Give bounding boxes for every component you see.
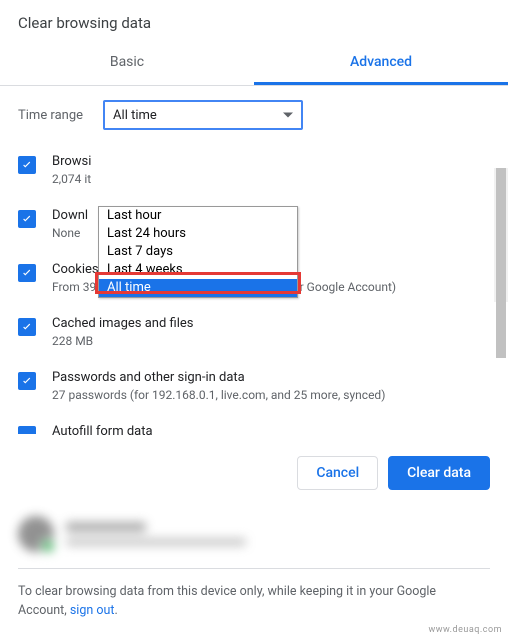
check-icon — [20, 374, 34, 388]
tab-bar: Basic Advanced — [0, 42, 508, 86]
cancel-button[interactable]: Cancel — [297, 456, 378, 490]
list-item: Passwords and other sign-in data 27 pass… — [18, 360, 508, 414]
account-name-blurred — [66, 522, 146, 532]
sign-out-link[interactable]: sign out — [70, 603, 115, 618]
item-title: Browsi — [52, 154, 91, 169]
option-last-hour[interactable]: Last hour — [99, 207, 297, 225]
option-all-time[interactable]: All time — [99, 279, 297, 297]
check-icon — [20, 212, 34, 226]
account-info — [0, 506, 508, 558]
avatar — [18, 516, 54, 552]
check-icon — [20, 320, 34, 334]
dialog-title: Clear browsing data — [0, 0, 508, 42]
item-subtitle: 228 MB — [52, 334, 193, 348]
item-title: Downl — [52, 208, 88, 223]
item-subtitle: None — [52, 226, 88, 240]
chevron-down-icon — [283, 113, 293, 118]
footer-text-after: . — [114, 603, 117, 618]
option-last-4-weeks[interactable]: Last 4 weeks — [99, 261, 297, 279]
list-item: Autofill form data — [18, 414, 508, 442]
checkbox-passwords[interactable] — [18, 372, 36, 390]
check-icon — [20, 266, 34, 280]
checkbox-browsing-history[interactable] — [18, 156, 36, 174]
item-subtitle: 2,074 it — [52, 172, 91, 186]
time-range-select[interactable]: All time — [103, 100, 303, 130]
item-title: Autofill form data — [52, 424, 153, 439]
watermark: www.deuaq.com — [428, 625, 502, 635]
clear-data-button[interactable]: Clear data — [388, 456, 490, 490]
item-title: Cached images and files — [52, 316, 193, 331]
time-range-dropdown: Last hour Last 24 hours Last 7 days Last… — [98, 206, 298, 298]
dialog-actions: Cancel Clear data — [0, 442, 508, 506]
item-subtitle: 27 passwords (for 192.168.0.1, live.com,… — [52, 388, 385, 402]
scrollbar-thumb[interactable] — [496, 168, 506, 358]
tab-basic[interactable]: Basic — [0, 42, 254, 85]
checkbox-autofill[interactable] — [18, 426, 36, 434]
time-range-value: All time — [113, 108, 157, 123]
tab-advanced[interactable]: Advanced — [254, 42, 508, 85]
checkbox-cached-images[interactable] — [18, 318, 36, 336]
item-title: Passwords and other sign-in data — [52, 370, 385, 385]
list-item: Cached images and files 228 MB — [18, 306, 508, 360]
list-item: Browsi 2,074 it — [18, 144, 508, 198]
option-last-24-hours[interactable]: Last 24 hours — [99, 225, 297, 243]
option-last-7-days[interactable]: Last 7 days — [99, 243, 297, 261]
checkbox-cookies[interactable] — [18, 264, 36, 282]
check-icon — [20, 158, 34, 172]
account-email-blurred — [66, 538, 246, 546]
checkbox-download-history[interactable] — [18, 210, 36, 228]
time-range-label: Time range — [18, 108, 83, 123]
